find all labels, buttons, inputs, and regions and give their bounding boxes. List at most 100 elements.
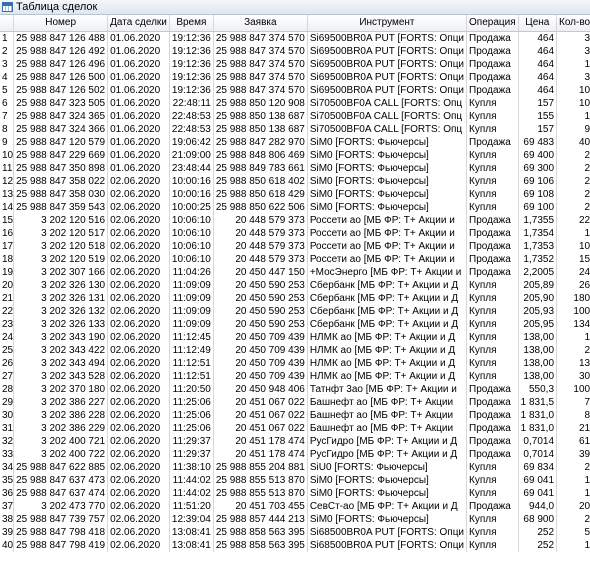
cell-order: 20 450 590 253 (213, 279, 308, 292)
cell-quantity: 1 (556, 58, 590, 71)
table-row[interactable]: 20 3 202 326 130 02.06.2020 11:09:09 20 450 … (0, 279, 590, 292)
cell-instrument: НЛМК ао [МБ ФР: Т+ Акции и Д (307, 344, 468, 357)
cell-trade-date: 02.06.2020 (107, 422, 170, 435)
row-index: 16 (0, 227, 15, 240)
cell-quantity: 1 (556, 227, 590, 240)
table-row[interactable]: 15 3 202 120 516 02.06.2020 10:06:10 20 448 … (0, 214, 590, 227)
row-index: 22 (0, 305, 15, 318)
column-header-price[interactable]: Цена (518, 15, 558, 32)
cell-instrument: Сбербанк [МБ ФР: Т+ Акции и Д (307, 318, 468, 331)
cell-operation: Продажа (466, 240, 519, 253)
cell-time: 11:44:02 (169, 487, 214, 500)
table-row[interactable]: 22 3 202 326 132 02.06.2020 11:09:09 20 450 … (0, 305, 590, 318)
cell-operation: Продажа (466, 84, 519, 97)
cell-operation: Продажа (466, 396, 519, 409)
cell-order: 25 988 858 563 395 (213, 526, 308, 539)
cell-price: 1,7352 (518, 253, 558, 266)
column-header-time[interactable]: Время (169, 15, 214, 32)
cell-instrument: Татнфт 3ао [МБ ФР: Т+ Акции и (307, 383, 468, 396)
table-row[interactable]: 1 25 988 847 126 488 01.06.2020 19:12:36 25 … (0, 31, 590, 45)
table-row[interactable]: 13 25 988 847 358 030 02.06.2020 10:00:16 25… (0, 188, 590, 201)
table-row[interactable]: 9 25 988 847 120 579 01.06.2020 19:06:42 25 … (0, 136, 590, 149)
row-index: 9 (0, 136, 15, 149)
column-header-trade-date[interactable]: Дата сделки (107, 15, 170, 32)
table-row[interactable]: 38 25 988 847 739 757 02.06.2020 12:39:04 25… (0, 513, 590, 526)
cell-number: 25 988 847 126 488 (13, 31, 109, 45)
cell-time: 11:09:09 (169, 279, 214, 292)
table-row[interactable]: 5 25 988 847 126 502 01.06.2020 19:12:36 25 … (0, 84, 590, 97)
cell-operation: Купля (466, 162, 519, 175)
table-row[interactable]: 8 25 988 847 324 366 01.06.2020 22:48:53 25 … (0, 123, 590, 136)
cell-order: 20 451 067 022 (213, 409, 308, 422)
table-row[interactable]: 32 3 202 400 721 02.06.2020 11:29:37 20 451 … (0, 435, 590, 448)
table-row[interactable]: 2 25 988 847 126 492 01.06.2020 19:12:36 25 … (0, 45, 590, 58)
cell-operation: Продажа (466, 71, 519, 84)
table-row[interactable]: 4 25 988 847 126 500 01.06.2020 19:12:36 25 … (0, 71, 590, 84)
cell-time: 22:48:53 (169, 110, 214, 123)
cell-time: 22:48:11 (169, 97, 214, 110)
column-header-rownum (0, 15, 15, 32)
window-titlebar[interactable]: Таблица сделок (0, 0, 590, 15)
table-row[interactable]: 10 25 988 847 229 669 01.06.2020 21:09:00 25… (0, 149, 590, 162)
cell-price: 205,93 (518, 305, 558, 318)
cell-quantity: 13 (556, 357, 590, 370)
cell-price: 205,89 (518, 279, 558, 292)
cell-order: 25 988 847 374 570 (213, 45, 308, 58)
cell-quantity: 134 (556, 318, 590, 331)
table-row[interactable]: 31 3 202 386 229 02.06.2020 11:25:06 20 451 … (0, 422, 590, 435)
table-row[interactable]: 40 25 988 847 798 419 02.06.2020 13:08:41 25… (0, 539, 590, 552)
cell-order: 25 988 855 513 870 (213, 487, 308, 500)
table-row[interactable]: 35 25 988 847 637 473 02.06.2020 11:44:02 25… (0, 474, 590, 487)
table-row[interactable]: 23 3 202 326 133 02.06.2020 11:09:09 20 450 … (0, 318, 590, 331)
cell-price: 69 041 (518, 487, 558, 500)
column-header-order[interactable]: Заявка (213, 15, 308, 32)
table-row[interactable]: 18 3 202 120 519 02.06.2020 10:06:10 20 448 … (0, 253, 590, 266)
table-row[interactable]: 25 3 202 343 422 02.06.2020 11:12:49 20 450 … (0, 344, 590, 357)
table-row[interactable]: 39 25 988 847 798 418 02.06.2020 13:08:41 25… (0, 526, 590, 539)
cell-order: 20 450 590 253 (213, 305, 308, 318)
row-index: 4 (0, 71, 15, 84)
cell-trade-date: 02.06.2020 (107, 292, 170, 305)
cell-number: 25 988 847 798 418 (13, 526, 109, 539)
column-header-number[interactable]: Номер (13, 15, 109, 32)
cell-operation: Купля (466, 318, 519, 331)
table-row[interactable]: 17 3 202 120 518 02.06.2020 10:06:10 20 448 … (0, 240, 590, 253)
table-row[interactable]: 14 25 988 847 359 543 02.06.2020 10:00:25 25… (0, 201, 590, 214)
column-header-operation[interactable]: Операция (466, 15, 519, 32)
row-index: 21 (0, 292, 15, 305)
table-row[interactable]: 26 3 202 343 494 02.06.2020 11:12:51 20 450 … (0, 357, 590, 370)
table-row[interactable]: 28 3 202 370 180 02.06.2020 11:20:50 20 450 … (0, 383, 590, 396)
table-row[interactable]: 3 25 988 847 126 496 01.06.2020 19:12:36 25 … (0, 58, 590, 71)
table-row[interactable]: 12 25 988 847 358 022 02.06.2020 10:00:16 25… (0, 175, 590, 188)
table-row[interactable]: 34 25 988 847 622 885 02.06.2020 11:38:10 25… (0, 461, 590, 474)
cell-order: 20 448 579 373 (213, 253, 308, 266)
cell-time: 19:12:36 (169, 58, 214, 71)
cell-trade-date: 02.06.2020 (107, 344, 170, 357)
table-row[interactable]: 30 3 202 386 228 02.06.2020 11:25:06 20 451 … (0, 409, 590, 422)
table-row[interactable]: 16 3 202 120 517 02.06.2020 10:06:10 20 448 … (0, 227, 590, 240)
table-row[interactable]: 36 25 988 847 637 474 02.06.2020 11:44:02 25… (0, 487, 590, 500)
cell-order: 20 448 579 373 (213, 240, 308, 253)
cell-number: 25 988 847 359 543 (13, 201, 109, 214)
cell-time: 11:04:26 (169, 266, 214, 279)
table-row[interactable]: 24 3 202 343 190 02.06.2020 11:12:45 20 450 … (0, 331, 590, 344)
column-header-instrument[interactable]: Инструмент (307, 15, 468, 32)
cell-instrument: Si69500BR0A PUT [FORTS: Опци (307, 58, 468, 71)
table-row[interactable]: 19 3 202 307 166 02.06.2020 11:04:26 20 450 … (0, 266, 590, 279)
cell-quantity: 21 (556, 422, 590, 435)
table-row[interactable]: 21 3 202 326 131 02.06.2020 11:09:09 20 450 … (0, 292, 590, 305)
column-header-quantity[interactable]: Кол-во (556, 15, 590, 32)
cell-price: 69 100 (518, 201, 558, 214)
table-row[interactable]: 11 25 988 847 350 898 01.06.2020 23:48:44 25… (0, 162, 590, 175)
cell-number: 3 202 473 770 (13, 500, 109, 513)
cell-instrument: Башнефт ао [МБ ФР: Т+ Акции (307, 422, 468, 435)
cell-trade-date: 01.06.2020 (107, 162, 170, 175)
table-row[interactable]: 37 3 202 473 770 02.06.2020 11:51:20 20 451 … (0, 500, 590, 513)
table-row[interactable]: 7 25 988 847 324 365 01.06.2020 22:48:53 25 … (0, 110, 590, 123)
table-row[interactable]: 27 3 202 343 528 02.06.2020 11:12:51 20 450 … (0, 370, 590, 383)
row-index: 33 (0, 448, 15, 461)
table-row[interactable]: 29 3 202 386 227 02.06.2020 11:25:06 20 451 … (0, 396, 590, 409)
table-row[interactable]: 6 25 988 847 323 505 01.06.2020 22:48:11 25 … (0, 97, 590, 110)
table-row[interactable]: 33 3 202 400 722 02.06.2020 11:29:37 20 451 … (0, 448, 590, 461)
cell-trade-date: 01.06.2020 (107, 31, 170, 45)
